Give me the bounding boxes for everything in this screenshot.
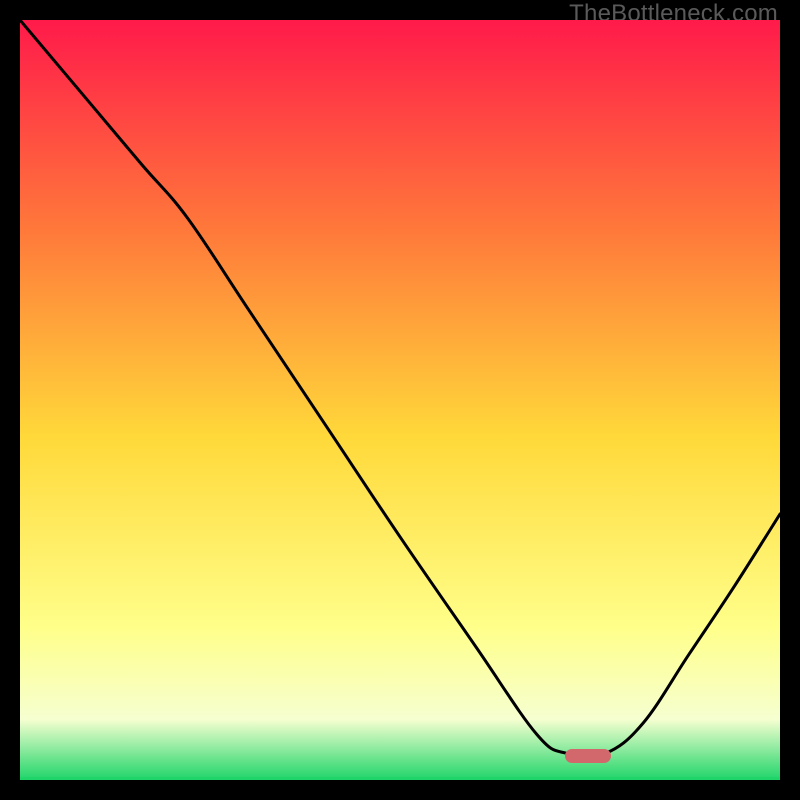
bottleneck-chart bbox=[20, 20, 780, 780]
optimal-marker bbox=[565, 749, 611, 763]
baseline bbox=[20, 777, 780, 780]
gradient-background bbox=[20, 20, 780, 780]
chart-frame bbox=[20, 20, 780, 780]
